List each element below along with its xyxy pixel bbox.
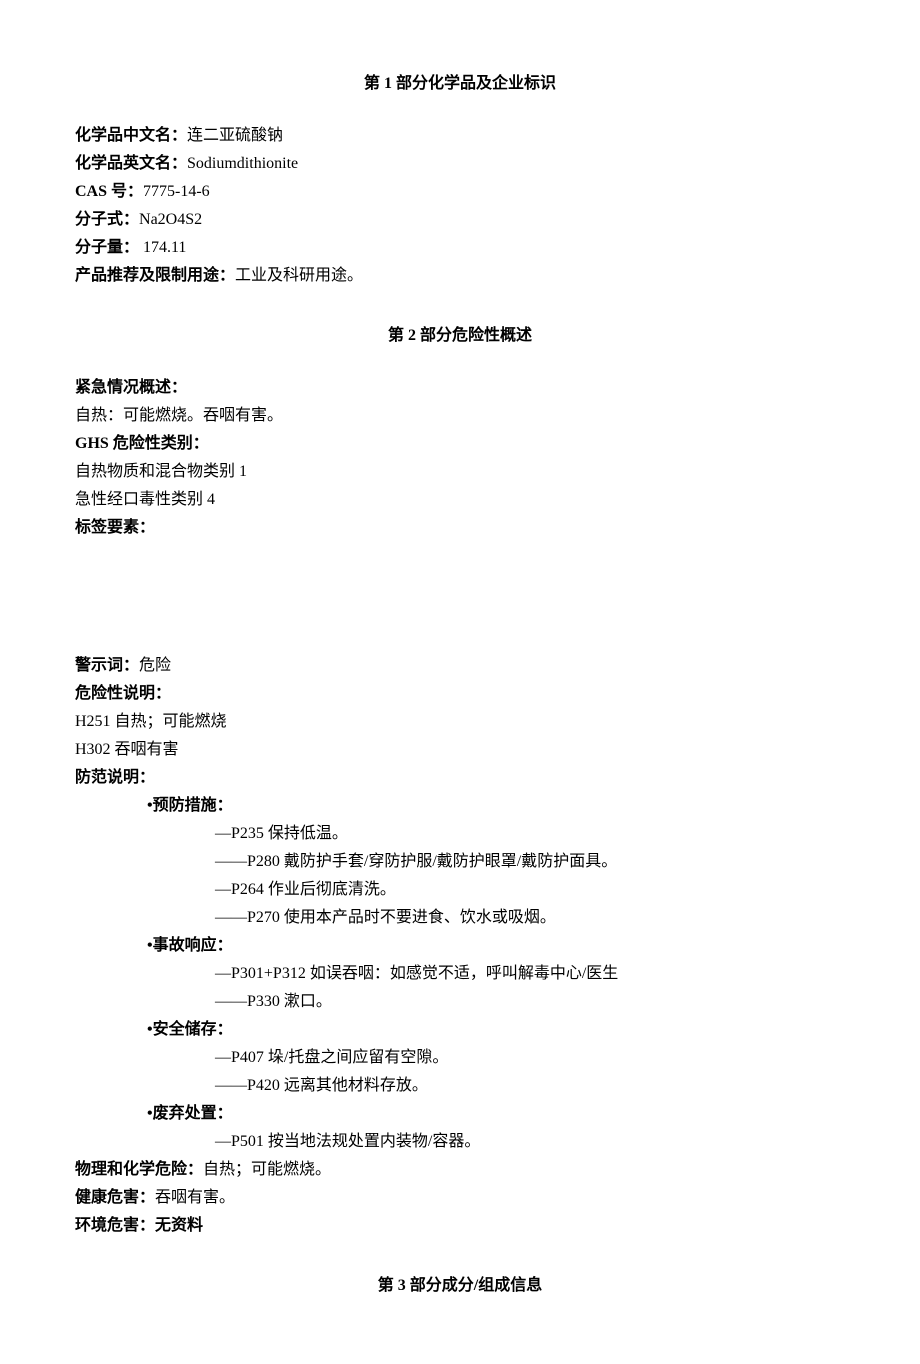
field-name-en: 化学品英文名：Sodiumdithionite [75,150,845,178]
disposal-heading: •废弃处置： [75,1100,845,1128]
value: 工业及科研用途。 [235,267,363,284]
label: 产品推荐及限制用途： [75,267,235,284]
response-item-1: ——P330 漱口。 [75,988,845,1016]
ghs-label: GHS 危险性类别： [75,430,845,458]
ghs-line-1: 急性经口毒性类别 4 [75,486,845,514]
prevention-item-2: —P264 作业后彻底清洗。 [75,876,845,904]
storage-heading: •安全储存： [75,1016,845,1044]
health-hazard: 健康危害：吞咽有害。 [75,1184,845,1212]
pictogram-placeholder [75,542,845,652]
field-mw: 分子量： 174.11 [75,234,845,262]
phys-hazard: 物理和化学危险：自热；可能燃烧。 [75,1156,845,1184]
label: 化学品英文名： [75,155,187,172]
hazard-line-1: H302 吞咽有害 [75,736,845,764]
env-hazard: 环境危害：无资料 [75,1212,845,1240]
precaution-label: 防范说明： [75,764,845,792]
label: 物理和化学危险： [75,1161,203,1178]
hazard-line-0: H251 自热；可能燃烧 [75,708,845,736]
prevention-item-3: ——P270 使用本产品时不要进食、饮水或吸烟。 [75,904,845,932]
prevention-item-1: ——P280 戴防护手套/穿防护服/戴防护眼罩/戴防护面具。 [75,848,845,876]
value: Sodiumdithionite [187,155,298,172]
section-3-title: 第 3 部分成分/组成信息 [75,1272,845,1300]
response-heading: •事故响应： [75,932,845,960]
label: 分子式： [75,211,139,228]
field-use: 产品推荐及限制用途：工业及科研用途。 [75,262,845,290]
value: 危险 [139,657,171,674]
label: 警示词： [75,657,139,674]
field-name-cn: 化学品中文名：连二亚硫酸钠 [75,122,845,150]
label: 健康危害： [75,1189,155,1206]
prevention-item-0: —P235 保持低温。 [75,820,845,848]
storage-item-0: —P407 垛/托盘之间应留有空隙。 [75,1044,845,1072]
field-formula: 分子式：Na2O4S2 [75,206,845,234]
disposal-item-0: —P501 按当地法规处置内装物/容器。 [75,1128,845,1156]
value: Na2O4S2 [139,211,202,228]
value: 无资料 [155,1217,203,1234]
value: 连二亚硫酸钠 [187,127,283,144]
value: 174.11 [139,239,186,256]
response-item-0: —P301+P312 如误吞咽：如感觉不适，呼叫解毒中心/医生 [75,960,845,988]
ghs-line-0: 自热物质和混合物类别 1 [75,458,845,486]
value: 吞咽有害。 [155,1189,235,1206]
emergency-label: 紧急情况概述： [75,374,845,402]
hazard-label: 危险性说明： [75,680,845,708]
label: 分子量： [75,239,139,256]
label-elements: 标签要素： [75,514,845,542]
section-2-title: 第 2 部分危险性概述 [75,322,845,350]
label: 环境危害： [75,1217,155,1234]
label: CAS 号： [75,183,143,200]
section-1-title: 第 1 部分化学品及企业标识 [75,70,845,98]
storage-item-1: ——P420 远离其他材料存放。 [75,1072,845,1100]
emergency-text: 自热：可能燃烧。吞咽有害。 [75,402,845,430]
field-cas: CAS 号：7775-14-6 [75,178,845,206]
value: 自热；可能燃烧。 [203,1161,331,1178]
value: 7775-14-6 [143,183,210,200]
prevention-heading: •预防措施： [75,792,845,820]
signal-word: 警示词：危险 [75,652,845,680]
label: 化学品中文名： [75,127,187,144]
